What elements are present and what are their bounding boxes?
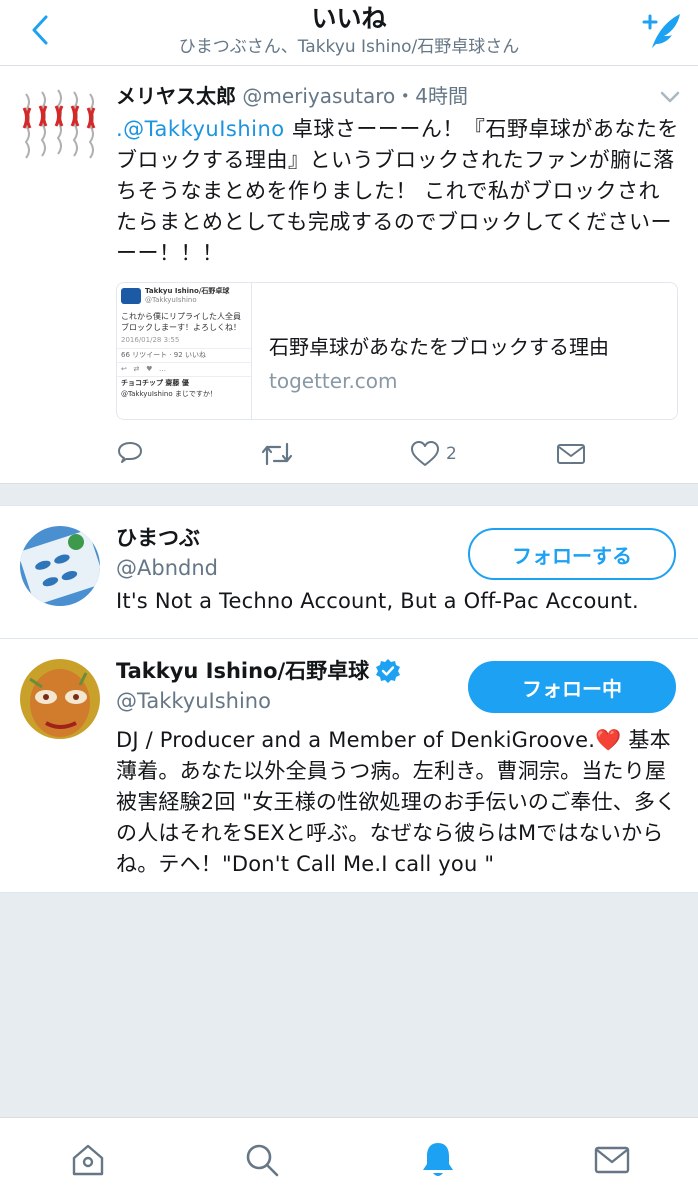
user-name-text: Takkyu Ishino/石野卓球 [116,659,370,683]
user-row[interactable]: ひまつぶ @Abndnd It's Not a Techno Account, … [0,505,698,639]
nav-header: いいね ひまつぶさん、Takkyu Ishino/石野卓球さん [0,0,698,66]
thumb-handle: @TakkyuIshino [145,296,197,304]
author-handle: @meriyasutaro [242,84,396,108]
bottom-tab-bar [0,1117,698,1200]
tweet-time: ・4時間 [395,84,468,108]
back-button[interactable] [22,10,58,50]
knit-pattern-avatar-image [20,86,100,166]
tab-notifications[interactable] [416,1138,460,1182]
tweet-header: メリヤス太郎 @meriyasutaro・4時間 [116,82,468,110]
retweet-button[interactable] [260,438,294,470]
tweet-menu-button[interactable] [660,88,680,107]
painted-face-avatar-image [20,659,100,739]
thumb-reply-name: チョコチップ 齋藤 優 [117,376,251,390]
page-subtitle: ひまつぶさん、Takkyu Ishino/石野卓球さん [178,37,520,57]
messages-envelope-icon [594,1146,630,1174]
user-name[interactable]: Takkyu Ishino/石野卓球 [116,657,401,685]
author-avatar[interactable] [20,86,100,166]
heart-icon [411,441,439,466]
card-domain: togetter.com [269,369,398,393]
tweet-text: .@TakkyuIshino 卓球さーーーん！『石野卓球があなたをブロックする理… [116,114,680,269]
envelope-icon [557,444,585,464]
like-count: 2 [446,444,457,464]
fish-tray-avatar-image [20,526,100,606]
direct-message-button[interactable] [556,438,586,470]
author-name[interactable]: メリヤス太郎 [116,84,236,108]
retweet-icon [261,442,293,466]
thumb-stats: 66 リツイート · 92 いいね [117,348,251,362]
thumb-text: これから僕にリプライした人全員ブロックしまーす！よろしくね！ [121,312,241,332]
home-icon [72,1144,104,1176]
compose-button[interactable] [638,8,684,52]
tab-home[interactable] [66,1138,110,1182]
notifications-bell-icon [423,1143,453,1176]
reply-button[interactable] [116,438,144,470]
link-card[interactable]: Takkyu Ishino/石野卓球 @TakkyuIshino これから僕にリ… [116,282,678,420]
avatar[interactable] [20,526,100,606]
thumb-avatar [121,288,141,304]
chevron-down-icon [660,91,680,103]
chevron-left-icon [32,15,48,45]
follow-button[interactable]: フォローする [468,528,676,580]
user-name[interactable]: ひまつぶ [116,524,200,552]
verified-badge-icon [376,659,401,683]
user-handle: @TakkyuIshino [116,689,271,713]
liked-tweet[interactable]: メリヤス太郎 @meriyasutaro・4時間 .@TakkyuIshino … [0,66,698,484]
mention-link[interactable]: .@TakkyuIshino [116,117,285,141]
user-name-text: ひまつぶ [116,526,200,550]
following-button[interactable]: フォロー中 [468,661,676,713]
page-title: いいね [311,4,387,33]
thumb-date: 2016/01/28 3:55 [121,336,180,344]
user-handle: @Abndnd [116,556,218,580]
like-button[interactable]: 2 [410,438,457,470]
user-row[interactable]: Takkyu Ishino/石野卓球 @TakkyuIshino DJ / Pr… [0,639,698,893]
card-thumbnail: Takkyu Ishino/石野卓球 @TakkyuIshino これから僕にリ… [117,283,252,419]
header-titles: いいね ひまつぶさん、Takkyu Ishino/石野卓球さん [120,4,578,58]
thumb-actions: ↩ ⇄ ♥ … [117,362,251,376]
user-bio: It's Not a Techno Account, But a Off-Pac… [116,589,639,613]
search-icon [246,1144,279,1177]
reply-icon [118,442,142,463]
avatar[interactable] [20,659,100,739]
card-title: 石野卓球があなたをブロックする理由 [269,335,609,359]
tweet-actions: 2 [116,438,616,470]
tab-search[interactable] [240,1138,284,1182]
compose-feather-icon [642,14,680,48]
thumb-name: Takkyu Ishino/石野卓球 [145,287,230,295]
tab-messages[interactable] [590,1138,634,1182]
thumb-reply-text: @TakkyuIshino まじですか！ [121,390,217,398]
user-bio: DJ / Producer and a Member of DenkiGroov… [116,728,677,876]
